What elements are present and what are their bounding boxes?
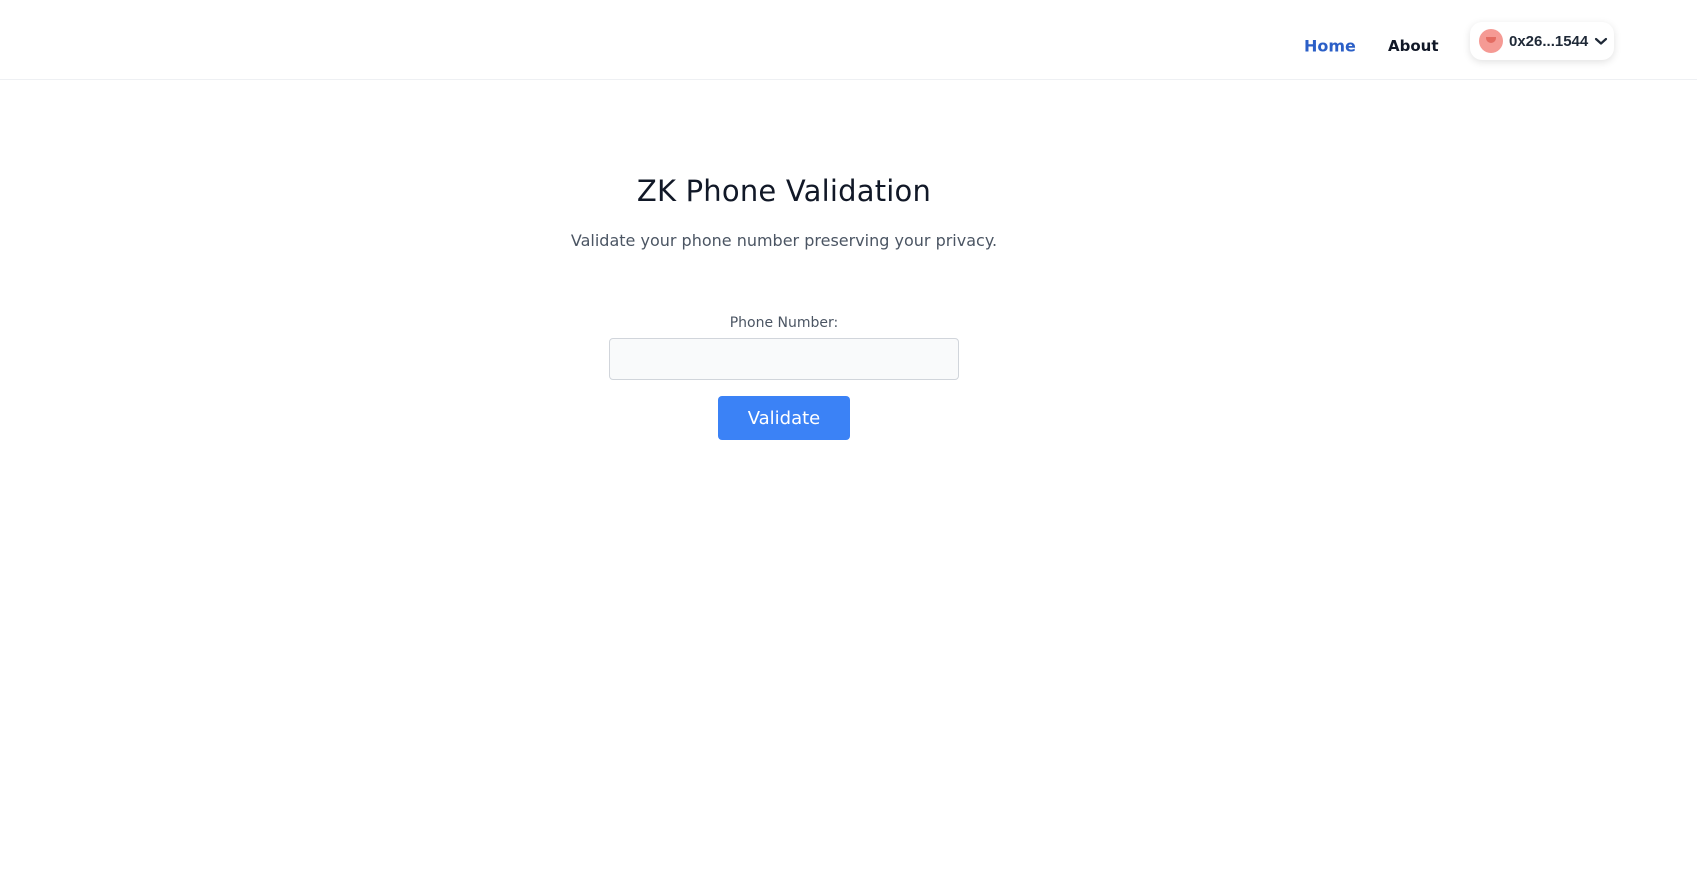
- nav-home-link[interactable]: Home: [1304, 37, 1356, 56]
- phone-number-label: Phone Number:: [729, 315, 839, 331]
- phone-number-input[interactable]: [609, 338, 959, 380]
- chevron-down-icon: [1595, 37, 1608, 45]
- avatar-icon: [1479, 29, 1503, 53]
- validate-button[interactable]: Validate: [718, 396, 850, 440]
- top-navigation-bar: Home About 0x26...1544: [0, 0, 1697, 80]
- page-title: ZK Phone Validation: [636, 174, 932, 208]
- nav-about-link[interactable]: About: [1388, 37, 1439, 55]
- wallet-address: 0x26...1544: [1509, 32, 1589, 50]
- wallet-account-button[interactable]: 0x26...1544: [1470, 22, 1614, 60]
- main-content: ZK Phone Validation Validate your phone …: [0, 80, 1697, 888]
- page-subtitle: Validate your phone number preserving yo…: [570, 231, 998, 250]
